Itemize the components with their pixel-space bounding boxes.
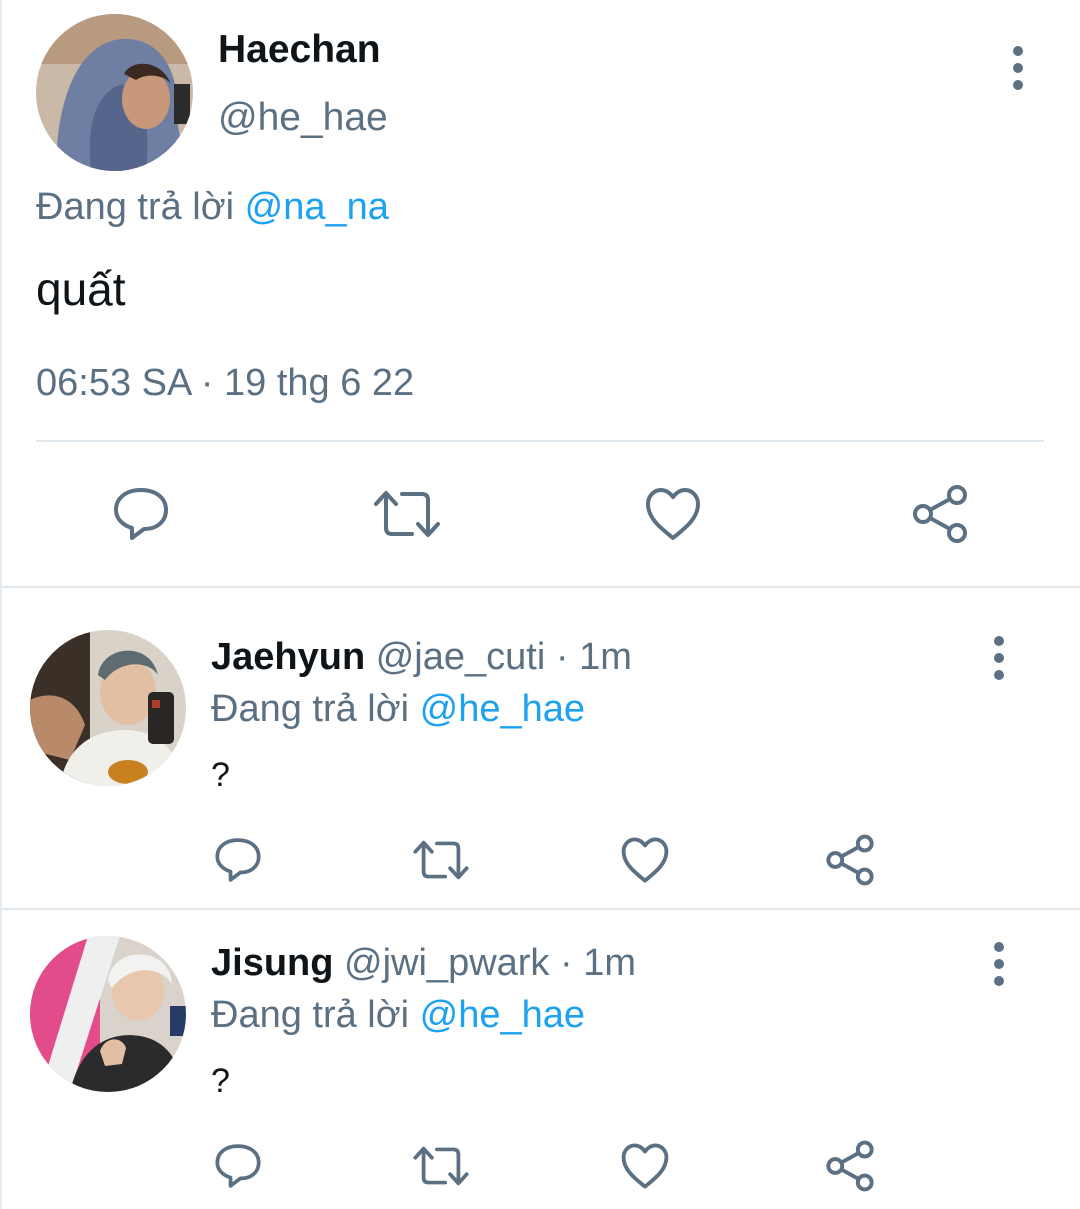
avatar-jisung[interactable] — [30, 936, 186, 1092]
like-icon[interactable] — [620, 1142, 670, 1190]
more-vertical-icon[interactable] — [992, 942, 1006, 986]
like-icon[interactable] — [644, 486, 702, 542]
avatar-jaehyun[interactable] — [30, 630, 186, 786]
like-icon[interactable] — [620, 836, 670, 884]
avatar-haechan[interactable] — [36, 14, 193, 171]
retweet-icon[interactable] — [412, 1144, 470, 1188]
replying-to: Đang trả lời @he_hae — [211, 688, 585, 731]
replying-to-prefix: Đang trả lời — [36, 186, 235, 228]
tweet-text: quất — [36, 263, 126, 315]
share-icon[interactable] — [910, 484, 970, 544]
divider — [36, 440, 1044, 442]
retweet-icon[interactable] — [412, 838, 470, 882]
main-tweet: Haechan @he_hae Đang trả lời @na_na quất… — [0, 0, 1080, 588]
divider — [0, 908, 1080, 910]
replying-to-prefix: Đang trả lời — [211, 688, 410, 730]
author-handle[interactable]: @jae_cuti — [376, 636, 546, 678]
replying-to: Đang trả lời @na_na — [36, 186, 389, 229]
tweet-time[interactable]: · 1m — [556, 636, 632, 678]
tweet-time[interactable]: · 1m — [560, 942, 636, 984]
tweet-text: ? — [211, 1062, 230, 1100]
reply-icon[interactable] — [112, 486, 170, 542]
author-handle[interactable]: @jwi_pwark — [344, 942, 549, 984]
author-name[interactable]: Jaehyun — [211, 636, 365, 678]
replying-to-mention[interactable]: @he_hae — [420, 688, 585, 730]
replying-to-mention[interactable]: @na_na — [245, 186, 389, 228]
replying-to: Đang trả lời @he_hae — [211, 994, 585, 1037]
tweet-timestamp[interactable]: 06:53 SA · 19 thg 6 22 — [36, 362, 414, 405]
reply-header: Jaehyun @jae_cuti · 1m — [211, 636, 632, 679]
retweet-icon[interactable] — [372, 488, 442, 540]
more-vertical-icon[interactable] — [992, 636, 1006, 680]
tweet-text: ? — [211, 756, 230, 794]
reply-icon[interactable] — [214, 1142, 262, 1190]
divider — [0, 586, 1080, 588]
more-vertical-icon[interactable] — [1011, 46, 1025, 90]
replying-to-mention[interactable]: @he_hae — [420, 994, 585, 1036]
author-name[interactable]: Jisung — [211, 942, 333, 984]
share-icon[interactable] — [824, 834, 876, 886]
reply-header: Jisung @jwi_pwark · 1m — [211, 942, 636, 985]
reply-icon[interactable] — [214, 836, 262, 884]
replying-to-prefix: Đang trả lời — [211, 994, 410, 1036]
share-icon[interactable] — [824, 1140, 876, 1192]
author-name[interactable]: Haechan — [218, 28, 381, 72]
author-handle[interactable]: @he_hae — [218, 96, 388, 140]
